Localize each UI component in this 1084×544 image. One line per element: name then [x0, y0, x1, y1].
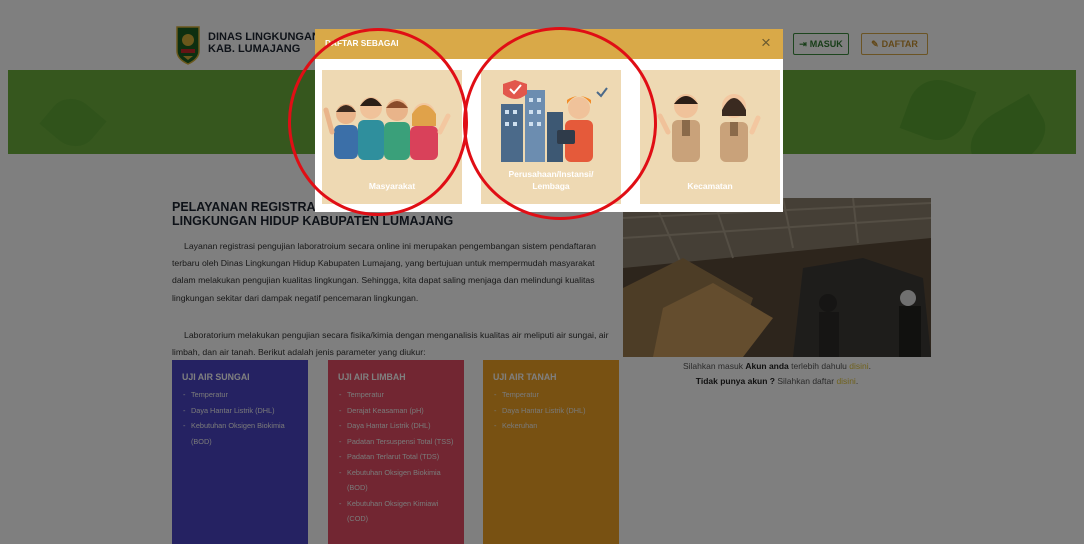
option-perusahaan-instansi-lembaga[interactable]: Perusahaan/Instansi/ Lembaga: [481, 70, 621, 204]
option-kecamatan[interactable]: Kecamatan: [640, 70, 780, 204]
option-label-line-1: Perusahaan/Instansi/: [508, 169, 594, 179]
modal-header: DAFTAR SEBAGAI ×: [315, 29, 783, 59]
register-as-modal: DAFTAR SEBAGAI × Masyarakat Perusahaan/I…: [315, 29, 783, 212]
option-label: Kecamatan: [687, 181, 733, 191]
modal-title: DAFTAR SEBAGAI: [325, 38, 399, 48]
close-icon[interactable]: ×: [761, 34, 771, 51]
option-masyarakat[interactable]: Masyarakat: [322, 70, 462, 204]
option-label: Masyarakat: [368, 181, 416, 191]
option-label: Perusahaan/Instansi/ Lembaga: [481, 168, 621, 192]
option-label-line-2: Lembaga: [532, 181, 570, 191]
